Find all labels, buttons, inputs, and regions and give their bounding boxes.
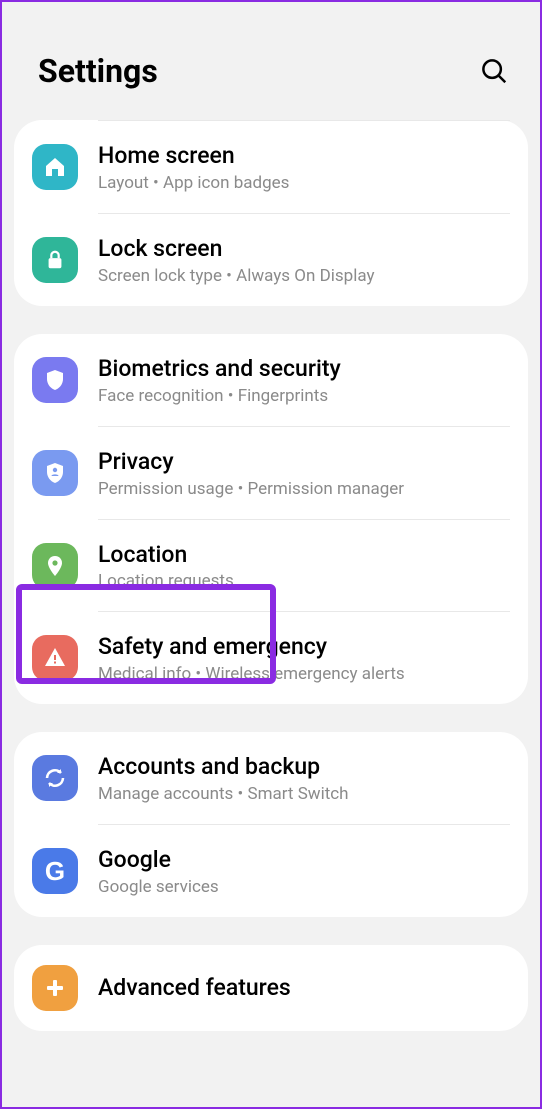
settings-group: Biometrics and security Face recognition… [14,334,528,705]
home-icon [32,144,78,190]
row-title: Safety and emergency [98,632,405,662]
row-title: Privacy [98,447,404,477]
row-subtitle: Location requests [98,571,234,591]
row-title: Advanced features [98,973,291,1003]
row-subtitle: Screen lock type • Always On Display [98,266,375,286]
page-title: Settings [38,52,158,90]
search-icon [479,56,509,86]
settings-row-accounts[interactable]: Accounts and backup Manage accounts • Sm… [32,732,510,824]
pin-icon [32,543,78,589]
row-title: Location [98,540,234,570]
settings-group: Advanced features [14,945,528,1031]
settings-row-location[interactable]: Location Location requests [32,520,510,612]
settings-row-privacy[interactable]: Privacy Permission usage • Permission ma… [32,427,510,519]
settings-row-google[interactable]: G Google Google services [32,825,510,917]
google-icon: G [32,848,78,894]
settings-row-advanced[interactable]: Advanced features [32,945,510,1031]
row-subtitle: Layout • App icon badges [98,173,289,193]
row-subtitle: Permission usage • Permission manager [98,479,404,499]
settings-row-safety[interactable]: Safety and emergency Medical info • Wire… [32,612,510,704]
settings-row-lock-screen[interactable]: Lock screen Screen lock type • Always On… [32,214,510,306]
settings-row-home-screen[interactable]: Home screen Layout • App icon badges [32,121,510,213]
row-title: Lock screen [98,234,375,264]
row-subtitle: Google services [98,877,219,897]
settings-row-biometrics[interactable]: Biometrics and security Face recognition… [32,334,510,426]
shield-icon [32,357,78,403]
row-title: Biometrics and security [98,354,341,384]
search-button[interactable] [478,55,510,87]
row-title: Home screen [98,141,289,171]
header: Settings [2,2,540,120]
shield-person-icon [32,450,78,496]
plus-icon [32,965,78,1011]
settings-group: Accounts and backup Manage accounts • Sm… [14,732,528,917]
alert-icon [32,635,78,681]
sync-icon [32,755,78,801]
row-subtitle: Face recognition • Fingerprints [98,386,341,406]
lock-icon [32,237,78,283]
row-subtitle: Manage accounts • Smart Switch [98,784,349,804]
row-title: Google [98,845,219,875]
settings-group: Home screen Layout • App icon badges Loc… [14,120,528,306]
row-subtitle: Medical info • Wireless emergency alerts [98,664,405,684]
row-title: Accounts and backup [98,752,349,782]
